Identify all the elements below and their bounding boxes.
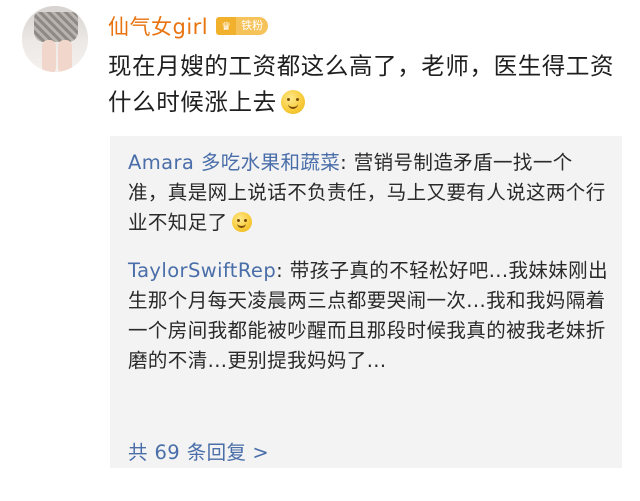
- avatar-leg: [58, 40, 72, 72]
- avatar-skirt: [34, 12, 78, 42]
- reply-item[interactable]: Amara 多吃水果和蔬菜: 营销号制造矛盾一找一个准，真是网上说话不负责任，马…: [128, 148, 608, 238]
- weibo-comment-card: 仙气女girl ♛ 铁粉 现在月嫂的工资都这么高了，老师，医生得工资什么时候涨上…: [0, 0, 640, 501]
- reply-author-link[interactable]: Amara 多吃水果和蔬菜: [128, 151, 340, 174]
- more-replies-label: 共 69 条回复: [128, 441, 247, 464]
- chevron-right-icon: >: [252, 441, 270, 464]
- replies-panel: Amara 多吃水果和蔬菜: 营销号制造矛盾一找一个准，真是网上说话不负责任，马…: [110, 136, 622, 468]
- reply-item[interactable]: TaylorSwiftRep: 带孩子真的不轻松好吧...我妹妹刚出生那个月每天…: [128, 256, 608, 376]
- avatar[interactable]: [22, 6, 88, 72]
- crown-icon: ♛: [216, 17, 237, 35]
- username-link[interactable]: 仙气女girl: [108, 11, 208, 41]
- reply-separator: :: [276, 259, 290, 282]
- smile-emoji-icon: [231, 212, 252, 232]
- reply-separator: :: [340, 151, 354, 174]
- fan-badge[interactable]: ♛ 铁粉: [216, 17, 269, 35]
- comment-header: 仙气女girl ♛ 铁粉: [108, 11, 269, 41]
- smile-emoji-icon: [280, 90, 305, 114]
- fan-badge-label: 铁粉: [236, 17, 269, 35]
- comment-text: 现在月嫂的工资都这么高了，老师，医生得工资什么时候涨上去: [108, 48, 628, 120]
- comment-body: 现在月嫂的工资都这么高了，老师，医生得工资什么时候涨上去: [108, 52, 615, 116]
- avatar-leg: [42, 40, 56, 72]
- reply-author-link[interactable]: TaylorSwiftRep: [128, 259, 276, 282]
- view-all-replies-link[interactable]: 共 69 条回复 >: [128, 436, 269, 465]
